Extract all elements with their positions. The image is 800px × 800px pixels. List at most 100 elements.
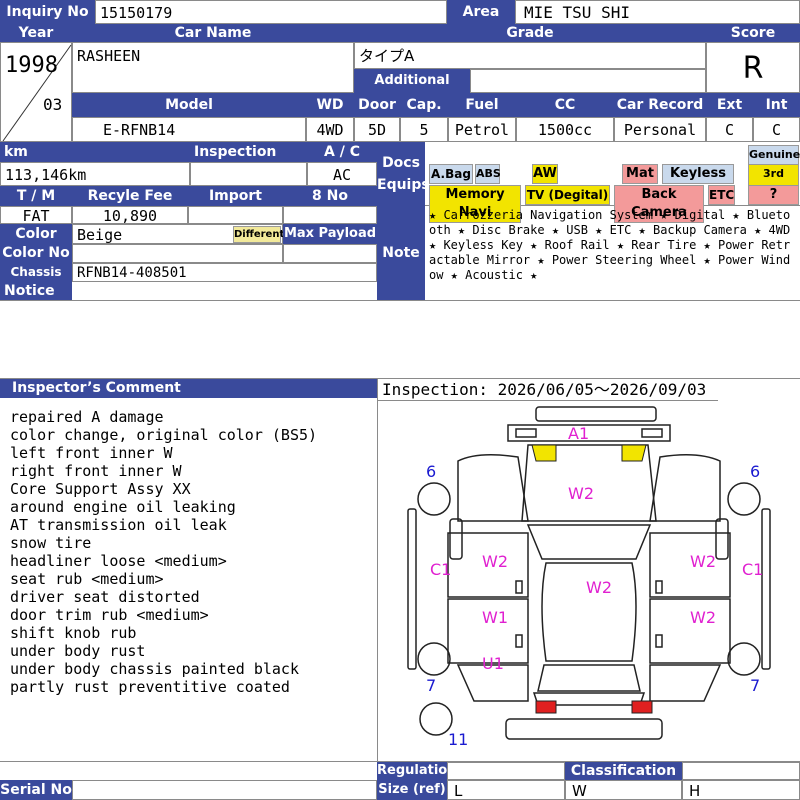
note-text: ★ Carrozzeria Navigation System ★ Digita… [429, 208, 791, 282]
mark-w2-rear-right-door: W2 [690, 608, 716, 627]
year-cell: 1998 03 [0, 42, 72, 142]
headlight-right [621, 444, 647, 462]
grade-label: Grade [354, 24, 706, 42]
tm-value: FAT [0, 206, 72, 224]
equip-tag-etc: ETC [708, 185, 735, 205]
inspection-label: Inspection [190, 142, 307, 162]
comment-list: repaired A damage color change, original… [10, 408, 372, 696]
door-value: 5D [354, 117, 400, 142]
int-value: C [753, 117, 800, 142]
mark-w2-front-left-door: W2 [482, 552, 508, 571]
comment-line: headliner loose <medium> [10, 552, 227, 570]
chassis-no-label: Chassis No [0, 263, 72, 298]
comment-line: driver seat distorted [10, 588, 200, 606]
equips-tag-area: A.Bag ABS AW Mat Keyless Genuine 3rd Par… [425, 142, 800, 223]
equip-tag-keyless: Keyless [662, 164, 734, 184]
km-label: km [0, 142, 190, 162]
docs-equips-label: Docs Equips [377, 142, 430, 206]
different-tag: Different [233, 226, 284, 243]
grade-value: タイプA [354, 42, 706, 69]
int-label: Int [753, 93, 800, 117]
comment-line: AT transmission oil leak [10, 516, 227, 534]
size-height: H [682, 780, 800, 800]
door-label: Door [354, 93, 400, 117]
comment-line: shift knob rub [10, 624, 137, 642]
color-no-value [72, 244, 283, 263]
model-value: E-RFNB14 [72, 117, 306, 142]
import-value [188, 206, 283, 224]
inspector-comment-label: Inspector’s Comment [0, 378, 377, 398]
chassis-no-value: RFNB14-408501 [72, 263, 377, 282]
equip-tag-aw: AW [532, 164, 558, 184]
size-length: L [447, 780, 565, 800]
section-divider [0, 378, 800, 379]
inquiry-no-label: Inquiry No [0, 0, 95, 24]
recycle-fee-value: 10,890 [72, 206, 188, 224]
mark-w1-rear-left-door: W1 [482, 608, 508, 627]
mark-6-right: 6 [750, 462, 760, 481]
import-label: Import [188, 186, 283, 206]
comment-line: right front inner W [10, 462, 182, 480]
equip-tag-tv-degital: TV (Degital) [525, 185, 610, 205]
inspection-value [190, 162, 307, 186]
comment-line: snow tire [10, 534, 92, 552]
car-name-value: RASHEEN [72, 42, 354, 93]
comment-line: under body rust [10, 642, 146, 660]
eight-no-value [283, 206, 377, 224]
comment-line: under body chassis painted black [10, 660, 299, 678]
eight-no-label: 8 No [283, 186, 377, 206]
comment-line: left front inner W [10, 444, 173, 462]
car-damage-diagram: A1 W2 6 6 C1 C1 W2 W2 W2 W1 W2 U1 7 7 11 [407, 406, 771, 749]
cc-label: CC [516, 93, 614, 117]
month-value: 03 [43, 95, 63, 114]
ac-label: A / C [307, 142, 377, 162]
cap-label: Cap. [400, 93, 448, 117]
car-record-value: Personal [614, 117, 706, 142]
ext-value: C [706, 117, 753, 142]
score-value: R [706, 42, 800, 93]
classification-label: Classification [565, 762, 682, 780]
max-payload-value [283, 244, 377, 263]
equip-tag-mat: Mat [622, 164, 658, 184]
inquiry-no-value: 15150179 [95, 0, 447, 24]
comment-line: door trim rub <medium> [10, 606, 209, 624]
car-name-label: Car Name [72, 24, 354, 42]
color-label: Color [0, 224, 72, 244]
regulation-value [447, 762, 565, 780]
ac-value: AC [307, 162, 377, 186]
wd-label: WD [306, 93, 354, 117]
mark-w2-front-right-door: W2 [690, 552, 716, 571]
year-label: Year [0, 24, 72, 42]
km-value: 113,146km [0, 162, 190, 186]
area-value: MIE TSU SHI [515, 0, 800, 24]
fuel-value: Petrol [448, 117, 516, 142]
headlight-left [531, 444, 557, 462]
color-no-label: Color No [0, 244, 72, 263]
comment-line: around engine oil leaking [10, 498, 236, 516]
mark-c1-right: C1 [742, 560, 763, 579]
equip-tag-abs: ABS [475, 164, 501, 184]
inspection-period: Inspection: 2026/06/05～2026/09/03 [382, 380, 707, 399]
serial-no-value [72, 780, 377, 800]
mark-u1: U1 [482, 654, 504, 673]
additional-grade-value [470, 69, 706, 93]
regulation-label: Regulation [377, 762, 457, 780]
mark-7-left: 7 [426, 676, 436, 695]
comment-line: Core Support Assy XX [10, 480, 191, 498]
recycle-fee-label: Recyle Fee [72, 186, 188, 206]
equips-label: Equips [377, 177, 430, 193]
docs-label: Docs [382, 155, 420, 171]
mark-w2-roof: W2 [586, 578, 612, 597]
size-width: W [565, 780, 682, 800]
fuel-label: Fuel [448, 93, 516, 117]
cap-value: 5 [400, 117, 448, 142]
score-label: Score [706, 24, 800, 42]
mark-7-right: 7 [750, 676, 760, 695]
car-record-label: Car Record [614, 93, 706, 117]
mark-11: 11 [448, 730, 468, 749]
notice-divider [0, 300, 800, 301]
area-label: Area [447, 0, 515, 24]
mark-c1-left: C1 [430, 560, 451, 579]
notice-label: Notice [0, 282, 72, 300]
equip-tag-genuine: Genuine [748, 145, 800, 165]
